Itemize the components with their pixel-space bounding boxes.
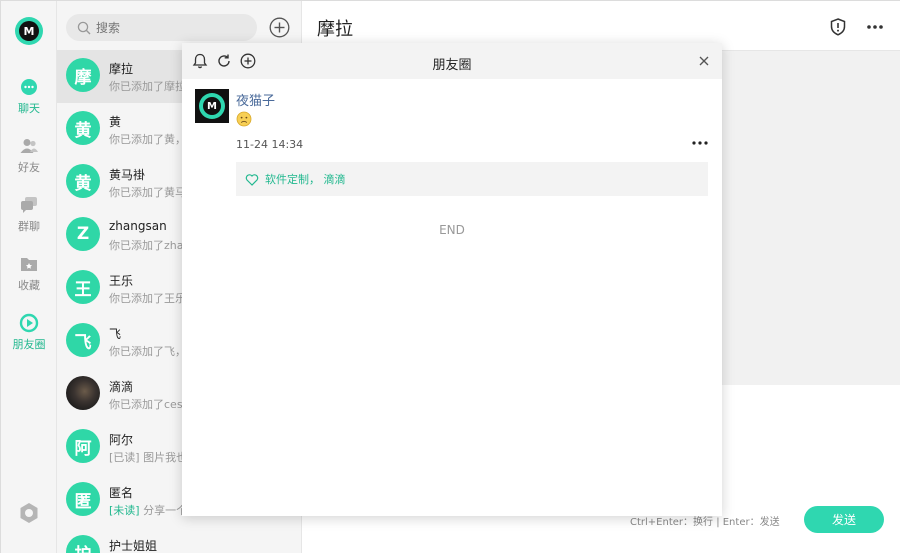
heart-icon [245, 173, 259, 186]
contact-name: 滴滴 [109, 380, 134, 394]
avatar: Z [66, 217, 100, 251]
chat-bubble-icon [21, 79, 37, 95]
send-button[interactable]: 发送 [804, 506, 884, 533]
post-likes-names[interactable]: 软件定制， 滴滴 [265, 171, 346, 187]
rail-item-label: 群聊 [18, 220, 40, 233]
avatar: 飞 [66, 323, 100, 357]
shield-alert-icon[interactable] [828, 17, 848, 37]
rail-item-moments[interactable]: 朋友圈 [1, 313, 57, 352]
contact-name: 摩拉 [109, 62, 134, 76]
contact-last-message: [未读] 分享一个 [109, 502, 187, 518]
contact-last-message: 你已添加了飞， [109, 345, 186, 358]
search-input[interactable] [96, 20, 246, 35]
avatar: 摩 [66, 58, 100, 92]
post-author-name[interactable]: 夜猫子 [236, 90, 275, 109]
rail-item-chat[interactable]: 聊天 [1, 77, 57, 116]
rail-item-label: 好友 [18, 161, 40, 174]
avatar: 王 [66, 270, 100, 304]
contact-last-message: 你已添加了黄马 [109, 186, 186, 199]
contact-last-message: 你已添加了cess [109, 398, 189, 411]
app-window: M 聊天 好友 群聊 收藏 朋友圈 搜索 摩 摩拉 你已添加了摩拉 黄 黄 你已… [0, 0, 900, 553]
contact-name: 黄马褂 [109, 168, 146, 182]
app-logo: M [15, 17, 43, 45]
contact-last-message: 你已添加了黄， [109, 133, 186, 146]
contact-name: 飞 [109, 327, 122, 341]
moments-title: 朋友圈 [432, 58, 472, 73]
chat-title: 摩拉 [317, 19, 353, 40]
gear-icon[interactable] [17, 501, 41, 525]
feed-end-marker: END [439, 223, 465, 237]
avatar: 黄 [66, 111, 100, 145]
contact-name: 黄 [109, 115, 122, 129]
more-icon[interactable] [865, 17, 885, 37]
rail-item-label: 聊天 [18, 102, 40, 115]
unread-status-tag: [未读] [109, 504, 140, 517]
rail-item-friends[interactable]: 好友 [1, 136, 57, 175]
rail-item-groups[interactable]: 群聊 [1, 195, 57, 234]
moments-dialog: 朋友圈 M 夜猫子 11-24 14:34 软件定制， 滴滴 END [182, 43, 722, 516]
contact-name: 王乐 [109, 274, 134, 288]
contact-last-message: 你已添加了王乐 [109, 292, 186, 305]
search-icon [77, 21, 91, 34]
close-icon[interactable] [696, 53, 712, 69]
group-chat-icon [21, 197, 37, 213]
avatar: 匿 [66, 482, 100, 516]
friends-icon [20, 139, 38, 153]
avatar: 阿 [66, 429, 100, 463]
read-status-tag: [已读] [109, 451, 140, 464]
contact-name: 护士姐姐 [109, 539, 158, 553]
nav-rail: M 聊天 好友 群聊 收藏 朋友圈 [1, 1, 57, 553]
message-text: 分享一个 [139, 504, 188, 517]
rail-item-label: 收藏 [18, 279, 40, 292]
search-box[interactable] [66, 14, 257, 41]
rail-item-favorites[interactable]: 收藏 [1, 254, 57, 293]
post-time: 11-24 14:34 [236, 138, 304, 151]
contact-name: 阿尔 [109, 433, 134, 447]
moments-icon [19, 313, 39, 333]
add-icon[interactable] [269, 17, 290, 38]
post-author-avatar[interactable]: M [195, 89, 229, 123]
contact-last-message: 你已添加了摩拉 [109, 80, 186, 93]
folder-icon [21, 258, 37, 271]
avatar: 黄 [66, 164, 100, 198]
post-more-icon[interactable] [690, 137, 710, 149]
rail-item-label: 朋友圈 [12, 338, 46, 351]
post-author-avatar-ring: M [199, 93, 225, 119]
post-author-avatar-letter: M [203, 97, 221, 115]
sad-face-emoji-icon [236, 111, 252, 127]
moments-titlebar: 朋友圈 [182, 43, 722, 79]
message-text: 图片我也 [139, 451, 188, 464]
list-item[interactable]: 护 护士姐姐 [57, 527, 301, 553]
avatar: 护 [66, 535, 100, 553]
contact-name: zhangsan [109, 219, 167, 233]
app-logo-letter: M [19, 21, 39, 41]
avatar [66, 376, 100, 410]
contact-last-message: 你已添加了zhan [109, 239, 191, 252]
contact-last-message: [已读] 图片我也 [109, 449, 187, 465]
contact-name: 匿名 [109, 486, 134, 500]
post-likes: 软件定制， 滴滴 [236, 162, 708, 196]
